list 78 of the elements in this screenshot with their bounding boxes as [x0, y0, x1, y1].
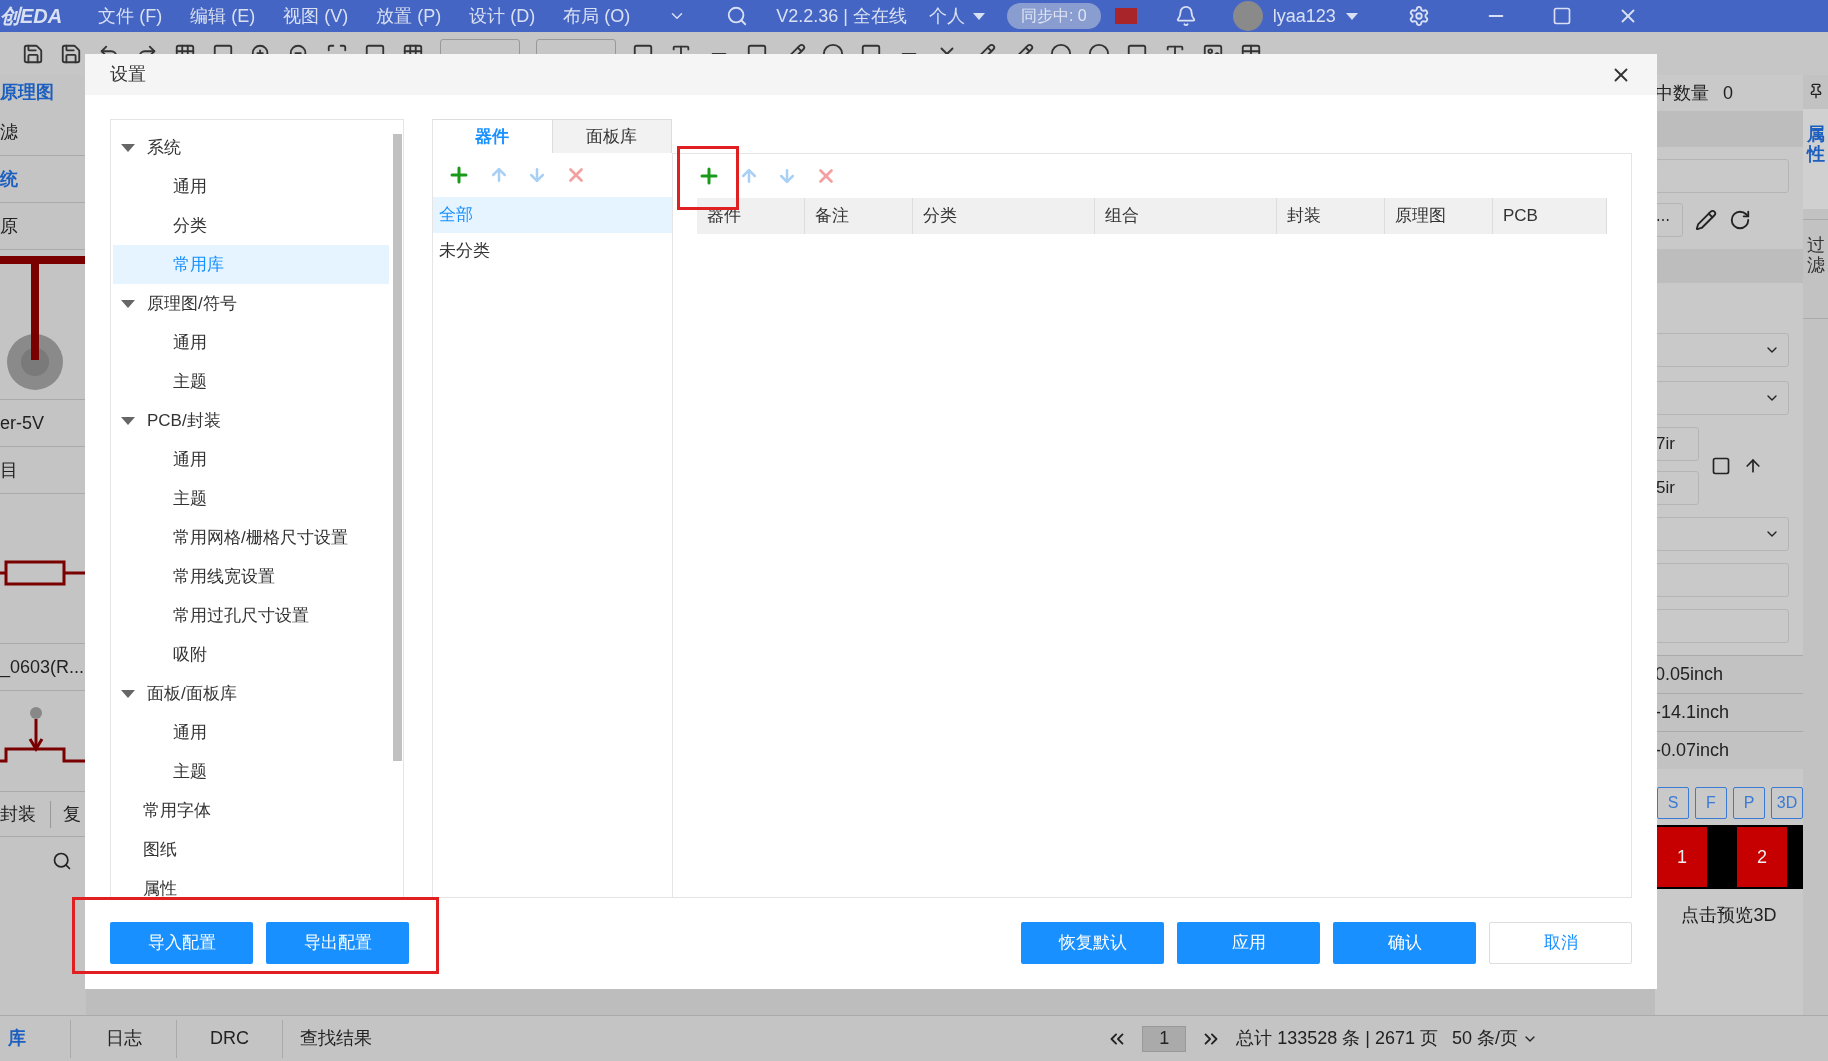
tree-item[interactable]: 主题	[113, 362, 389, 401]
tree-item[interactable]: 常用网格/栅格尺寸设置	[113, 518, 389, 557]
tree-item[interactable]: 主题	[113, 752, 389, 791]
search-icon[interactable]	[726, 5, 749, 27]
tree-item[interactable]: 主题	[113, 479, 389, 518]
flag-icon	[1114, 8, 1137, 24]
tree-item[interactable]: 属性	[113, 869, 389, 897]
preview-3d-link[interactable]: 点击预览3D	[1681, 901, 1777, 929]
list-item[interactable]: er-5V	[0, 409, 44, 437]
category-item[interactable]: 未分类	[433, 233, 672, 269]
property-value: -0.07inch	[1655, 739, 1730, 762]
expand-caret-icon[interactable]	[121, 416, 135, 425]
menu-item[interactable]: 文件 (F)	[98, 2, 163, 30]
property-value: -14.1inch	[1655, 701, 1730, 724]
tree-item[interactable]: 常用线宽设置	[113, 557, 389, 596]
mode-dropdown[interactable]: 个人	[928, 2, 985, 30]
column-header[interactable]: 备注	[805, 198, 913, 234]
refresh-icon[interactable]	[1729, 209, 1751, 231]
selected-count: 0	[1723, 81, 1733, 105]
list-item[interactable]: 滤	[0, 118, 18, 146]
property-value: 0.05inch	[1655, 663, 1724, 686]
list-item[interactable]: 目	[0, 456, 18, 484]
column-header[interactable]: 封装	[1277, 198, 1385, 234]
list-heading[interactable]: 统	[0, 165, 18, 193]
tree-item[interactable]: 常用字体	[113, 791, 389, 830]
menu-item[interactable]: 设计 (D)	[469, 2, 536, 30]
highlight-frame	[677, 146, 739, 210]
panel-tab[interactable]: 复	[50, 800, 81, 828]
tree-item[interactable]: 系统	[113, 128, 389, 167]
maximize-icon[interactable]	[1551, 6, 1572, 26]
search-icon[interactable]	[52, 850, 72, 871]
pad: 1	[1657, 827, 1707, 887]
tree-item[interactable]: 吸附	[113, 635, 389, 674]
menu-item[interactable]: 放置 (P)	[376, 2, 442, 30]
column-header[interactable]: 原理图	[1385, 198, 1493, 234]
tree-item[interactable]: 通用	[113, 323, 389, 362]
tree-item[interactable]: 分类	[113, 206, 389, 245]
tree-item[interactable]: 常用过孔尺寸设置	[113, 596, 389, 635]
side-tab[interactable]: 过滤	[1803, 219, 1828, 319]
tree-item[interactable]: 通用	[113, 440, 389, 479]
bottom-tab[interactable]: 日志	[70, 1019, 176, 1058]
version-label: V2.2.36 | 全在线	[776, 4, 907, 28]
dialog-title: 设置	[110, 63, 146, 86]
edit-icon[interactable]	[1695, 209, 1717, 231]
total-count: 总计 133528 条 | 2671 页	[1236, 1027, 1438, 1050]
pad: 2	[1737, 827, 1787, 887]
settings-icon[interactable]	[1407, 5, 1430, 27]
tree-item[interactable]: 面板/面板库	[113, 674, 389, 713]
column-header[interactable]: 组合	[1095, 198, 1277, 234]
expand-caret-icon[interactable]	[121, 299, 135, 308]
tree-item[interactable]: 图纸	[113, 830, 389, 869]
bottom-tab[interactable]: 查找结果	[282, 1019, 388, 1058]
side-tab[interactable]: 属性	[1803, 109, 1828, 209]
expand-caret-icon[interactable]	[121, 143, 135, 152]
panel-tab[interactable]: 封装	[0, 800, 36, 828]
tree-item[interactable]: 通用	[113, 167, 389, 206]
column-header[interactable]: PCB	[1493, 198, 1607, 234]
page-input[interactable]: 1	[1142, 1025, 1187, 1052]
tree-item[interactable]: 原理图/符号	[113, 284, 389, 323]
list-item[interactable]: _0603(R...	[0, 653, 85, 681]
expand-caret-icon[interactable]	[121, 689, 135, 698]
menu-item[interactable]: 视图 (V)	[283, 2, 349, 30]
bell-icon[interactable]	[1174, 5, 1197, 27]
library-tab[interactable]: 库	[0, 1025, 70, 1052]
bottom-tab[interactable]: DRC	[176, 1019, 282, 1058]
tab[interactable]: 面板库	[552, 119, 672, 153]
list-item[interactable]: 原	[0, 212, 18, 240]
tool-icon[interactable]	[22, 42, 44, 65]
app-logo: 创EDA	[0, 4, 63, 29]
tree-item[interactable]: PCB/封装	[113, 401, 389, 440]
column-header[interactable]: 分类	[913, 198, 1095, 234]
user-name[interactable]: lyaa123	[1272, 2, 1358, 30]
menu-item[interactable]: 布局 (O)	[563, 2, 631, 30]
panel-tab[interactable]: 原理图	[0, 78, 54, 106]
page-size-select[interactable]: 50 条/页	[1451, 1025, 1538, 1052]
menu-item[interactable]: 编辑 (E)	[190, 2, 256, 30]
tree-item[interactable]: 通用	[113, 713, 389, 752]
tool-icon[interactable]	[60, 42, 82, 65]
